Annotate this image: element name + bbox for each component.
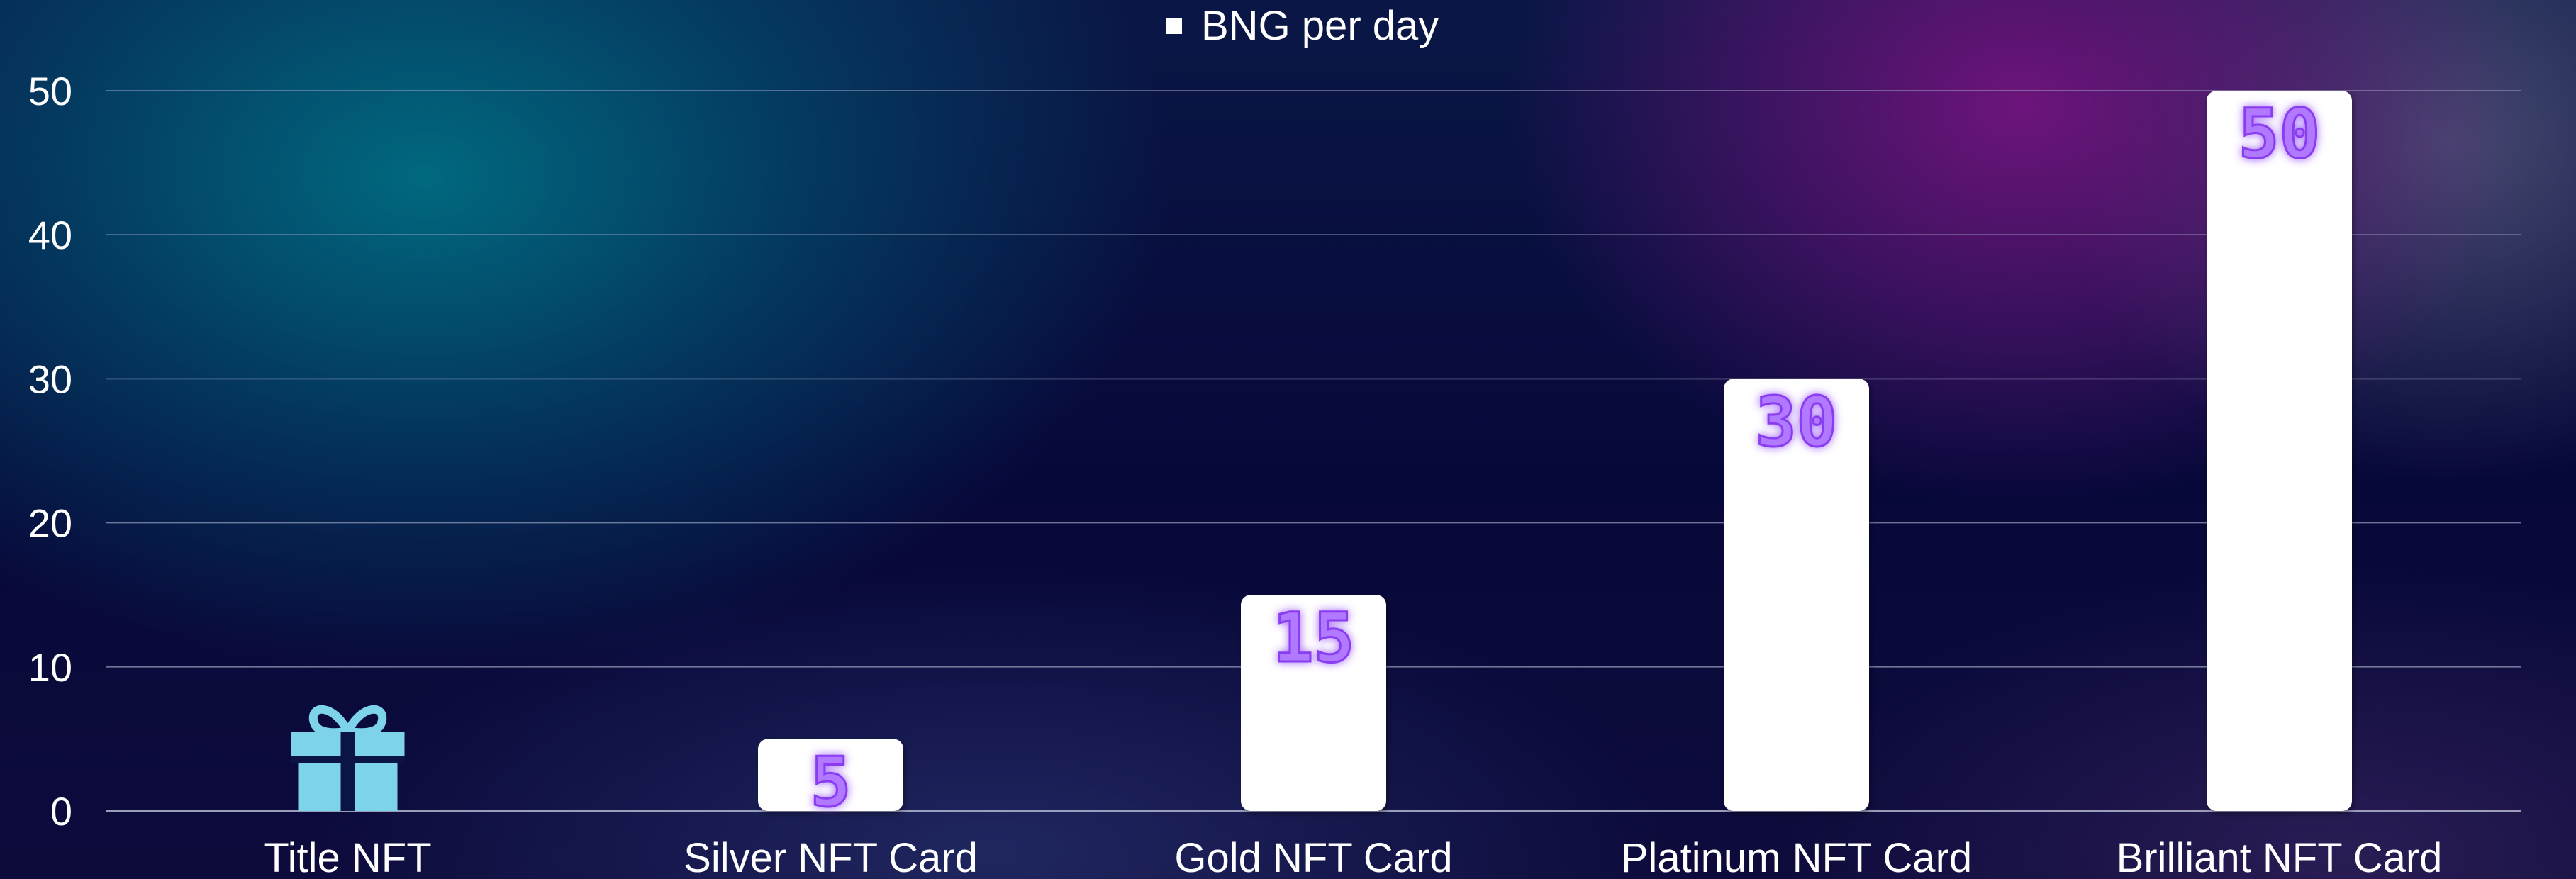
y-tick-label: 30 [28, 357, 72, 401]
category-label: Silver NFT Card [684, 835, 978, 879]
data-label: 5 [810, 742, 852, 822]
y-tick-label: 20 [28, 501, 72, 546]
data-label: 50 [2238, 94, 2321, 174]
bar-chart: BNG per day 0 10 20 30 40 50 5 15 30 50 Title NF… [28, 3, 2521, 879]
data-label: 15 [1273, 598, 1355, 678]
category-label: Brilliant NFT Card [2117, 835, 2443, 879]
y-axis: 0 10 20 30 40 50 [28, 69, 72, 834]
data-label: 30 [1756, 382, 1838, 461]
bars: 5 15 30 50 [291, 91, 2354, 823]
legend-swatch [1166, 18, 1182, 34]
y-tick-label: 40 [28, 213, 72, 257]
category-label: Title NFT [264, 835, 431, 879]
bar [2207, 91, 2352, 811]
gift-icon [291, 705, 405, 811]
legend-label: BNG per day [1201, 3, 1439, 49]
legend: BNG per day [1166, 3, 1439, 49]
category-label: Platinum NFT Card [1621, 835, 1972, 879]
category-label: Gold NFT Card [1174, 835, 1452, 879]
y-tick-label: 10 [28, 645, 72, 690]
y-tick-label: 0 [50, 789, 72, 834]
x-axis: Title NFT Silver NFT Card Gold NFT Card Pla… [264, 835, 2442, 879]
y-tick-label: 50 [28, 69, 72, 113]
